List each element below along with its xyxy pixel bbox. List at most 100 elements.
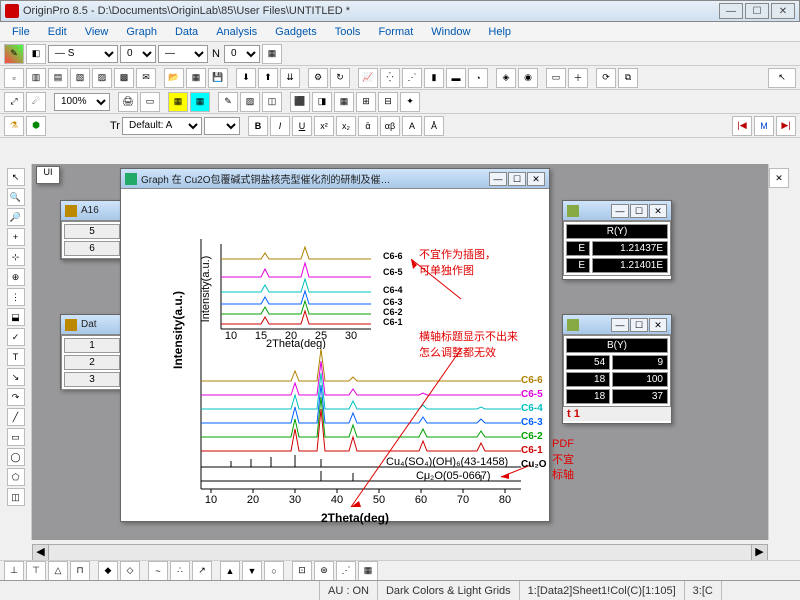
- maximize-button[interactable]: ☐: [745, 3, 769, 19]
- reader-tool[interactable]: +: [7, 228, 25, 246]
- workbook-data[interactable]: Dat 123: [60, 314, 124, 390]
- import-single-button[interactable]: ⬆: [258, 68, 278, 88]
- arrow-tool[interactable]: ↘: [7, 368, 25, 386]
- code-button[interactable]: ⚗: [4, 116, 24, 136]
- new-project-button[interactable]: ▫: [4, 68, 24, 88]
- scatter-plot-button[interactable]: ⁛: [380, 68, 400, 88]
- mask-tool[interactable]: ⬓: [7, 308, 25, 326]
- dash-style-select[interactable]: —: [158, 45, 208, 63]
- layer4-button[interactable]: ⊞: [356, 92, 376, 112]
- 3d-wire-button[interactable]: ◇: [120, 561, 140, 581]
- open-button[interactable]: 📂: [164, 68, 184, 88]
- marker-size-select[interactable]: 0: [224, 45, 260, 63]
- minimize-button[interactable]: —: [719, 3, 743, 19]
- menu-tools[interactable]: Tools: [327, 24, 369, 40]
- image-plot-button[interactable]: ▦: [358, 561, 378, 581]
- screen-reader-tool[interactable]: ⊹: [7, 248, 25, 266]
- ui-marker-window[interactable]: UI: [36, 166, 60, 184]
- menu-format[interactable]: Format: [370, 24, 421, 40]
- graph-min-button[interactable]: —: [489, 172, 507, 186]
- new-graph-button[interactable]: ▧: [70, 68, 90, 88]
- fill-color-button[interactable]: ◧: [26, 44, 46, 64]
- rect-tool[interactable]: ▭: [7, 428, 25, 446]
- menu-analysis[interactable]: Analysis: [208, 24, 265, 40]
- edit-range-button[interactable]: ✎: [218, 92, 238, 112]
- new-layout-button[interactable]: ▩: [114, 68, 134, 88]
- region-roi-tool[interactable]: ◫: [7, 488, 25, 506]
- draw-data-tool[interactable]: ✓: [7, 328, 25, 346]
- menu-help[interactable]: Help: [480, 24, 519, 40]
- line-symbol-button[interactable]: ⋰: [402, 68, 422, 88]
- menu-edit[interactable]: Edit: [40, 24, 75, 40]
- ry-max-button[interactable]: ☐: [630, 204, 648, 218]
- ternary-button[interactable]: △: [48, 561, 68, 581]
- draw-button[interactable]: ◫: [262, 92, 282, 112]
- polar-button[interactable]: ⊛: [314, 561, 334, 581]
- rescale-button[interactable]: ⤢: [4, 92, 24, 112]
- new-excel-button[interactable]: ▤: [48, 68, 68, 88]
- scroll-left-button[interactable]: ◀: [33, 545, 49, 561]
- symbol-button[interactable]: αβ: [380, 116, 400, 136]
- angstrom-button[interactable]: Å: [424, 116, 444, 136]
- save-button[interactable]: 💾: [208, 68, 228, 88]
- refresh-button[interactable]: ⟳: [596, 68, 616, 88]
- region-tool[interactable]: ⋮: [7, 288, 25, 306]
- menu-data[interactable]: Data: [167, 24, 206, 40]
- menu-graph[interactable]: Graph: [118, 24, 165, 40]
- polygon-tool[interactable]: ⬠: [7, 468, 25, 486]
- import-wizard-button[interactable]: ⬇: [236, 68, 256, 88]
- menu-window[interactable]: Window: [423, 24, 478, 40]
- results-button[interactable]: ⬢: [26, 116, 46, 136]
- fill-area-button[interactable]: ▼: [242, 561, 262, 581]
- line-width-select[interactable]: 0: [120, 45, 156, 63]
- bold-button[interactable]: B: [248, 116, 268, 136]
- menu-view[interactable]: View: [77, 24, 117, 40]
- batch-button[interactable]: ⚙: [308, 68, 328, 88]
- font-select[interactable]: Default: A: [122, 117, 202, 135]
- candlestick-button[interactable]: ⊤: [26, 561, 46, 581]
- vector-button[interactable]: ↗: [192, 561, 212, 581]
- mask-button[interactable]: ▨: [240, 92, 260, 112]
- waterfall-button[interactable]: ⋰: [336, 561, 356, 581]
- zoom-in-tool[interactable]: 🔍: [7, 188, 25, 206]
- zoom-select[interactable]: 100%: [54, 93, 110, 111]
- bubble-button[interactable]: ○: [264, 561, 284, 581]
- layer3-button[interactable]: ▦: [334, 92, 354, 112]
- font-size-select[interactable]: [204, 117, 240, 135]
- contour-button[interactable]: ◉: [518, 68, 538, 88]
- extract-button[interactable]: ⊟: [378, 92, 398, 112]
- graph-close-button[interactable]: ✕: [527, 172, 545, 186]
- pie-plot-button[interactable]: ◔: [468, 68, 488, 88]
- italic-button[interactable]: I: [270, 116, 290, 136]
- menu-gadgets[interactable]: Gadgets: [267, 24, 325, 40]
- area-button[interactable]: ▲: [220, 561, 240, 581]
- slide2-button[interactable]: ▦: [190, 92, 210, 112]
- print-preview-button[interactable]: ▭: [140, 92, 160, 112]
- close-button[interactable]: ✕: [771, 3, 795, 19]
- menu-file[interactable]: File: [4, 24, 38, 40]
- by-min-button[interactable]: —: [611, 318, 629, 332]
- import-multi-button[interactable]: ⇊: [280, 68, 300, 88]
- graph-window[interactable]: Graph 在 Cu2O包覆碱式铜盐核壳型催化剂的研制及催… — ☐ ✕ 1 2…: [120, 168, 550, 522]
- curved-arrow-tool[interactable]: ↷: [7, 388, 25, 406]
- workbook-a16[interactable]: A16 56: [60, 200, 124, 260]
- data-selector-tool[interactable]: ⊕: [7, 268, 25, 286]
- 3d-surface-button[interactable]: ◆: [98, 561, 118, 581]
- bar-plot-button[interactable]: ▬: [446, 68, 466, 88]
- pen-color-button[interactable]: ✎: [4, 44, 24, 64]
- line-tool[interactable]: ╱: [7, 408, 25, 426]
- open-excel-button[interactable]: ▦: [186, 68, 206, 88]
- template-button[interactable]: ▭: [546, 68, 566, 88]
- right-close-button[interactable]: ✕: [769, 168, 789, 188]
- scatter-series-button[interactable]: ∴: [170, 561, 190, 581]
- new-notes-button[interactable]: ✉: [136, 68, 156, 88]
- box-chart-button[interactable]: ⊡: [292, 561, 312, 581]
- scroll-right-button[interactable]: ▶: [751, 545, 767, 561]
- line-series-button[interactable]: ~: [148, 561, 168, 581]
- underline-button[interactable]: U: [292, 116, 312, 136]
- 3d-plot-button[interactable]: ◈: [496, 68, 516, 88]
- subscript-button[interactable]: x₂: [336, 116, 356, 136]
- plot-area[interactable]: 10 20 30 40 50 60 70 80 Cu₄(SO₄)(OH)₆(43…: [121, 189, 549, 521]
- graph-max-button[interactable]: ☐: [508, 172, 526, 186]
- slide-button[interactable]: ▦: [168, 92, 188, 112]
